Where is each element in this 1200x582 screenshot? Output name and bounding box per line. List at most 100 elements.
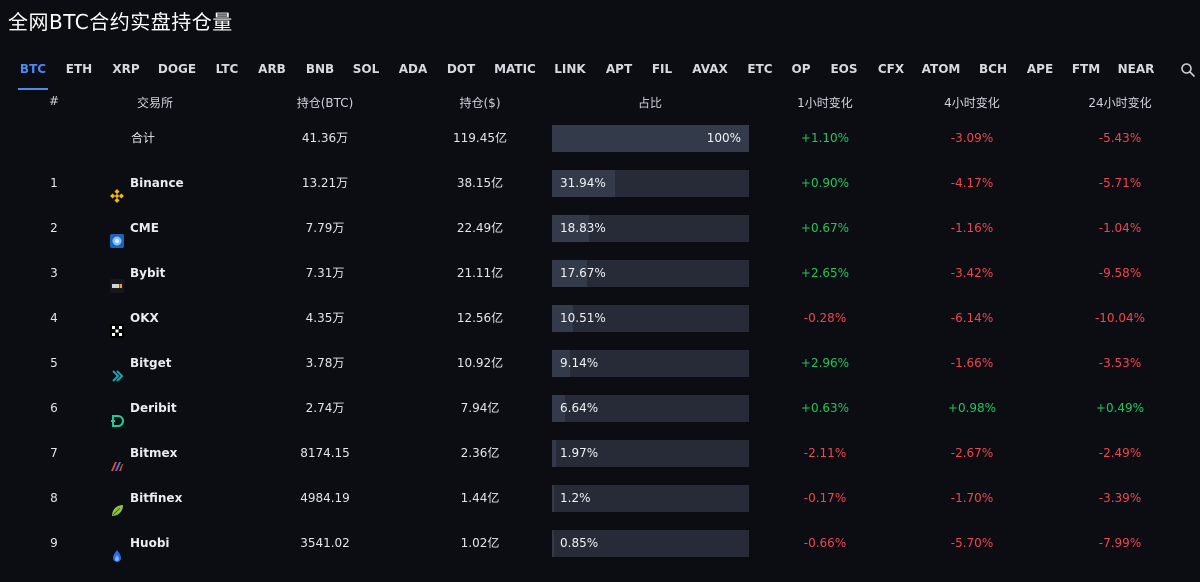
exchange-name: Huobi — [130, 536, 170, 550]
row-number: 6 — [50, 401, 58, 415]
change-24h: +0.49% — [1095, 401, 1145, 415]
tab-doge[interactable]: DOGE — [155, 58, 199, 90]
bybit-icon — [110, 267, 124, 293]
change-24h: -10.04% — [1094, 311, 1146, 325]
share-label: 100% — [706, 131, 741, 145]
exchange-cell[interactable]: Bybit — [110, 251, 270, 296]
row-number: 7 — [50, 446, 58, 460]
tab-link[interactable]: LINK — [552, 58, 588, 90]
tab-op[interactable]: OP — [788, 58, 814, 90]
exchange-cell[interactable]: Huobi — [110, 521, 270, 566]
tab-bch[interactable]: BCH — [976, 58, 1010, 90]
table-row[interactable]: 2 CME 7.79万 22.49亿 18.83% +0.67% -1.16% … — [0, 206, 1200, 251]
table-row[interactable]: 8 Bitfinex 4984.19 1.44亿 1.2% -0.17% -1.… — [0, 476, 1200, 521]
change-4h: -3.09% — [950, 131, 994, 145]
tab-eos[interactable]: EOS — [828, 58, 860, 90]
change-4h: -1.16% — [950, 221, 994, 235]
row-number: 4 — [50, 311, 58, 325]
share-label: 1.97% — [560, 446, 599, 460]
share-fill — [552, 440, 556, 467]
tab-ada[interactable]: ADA — [396, 58, 430, 90]
exchange-cell[interactable]: Bitget — [110, 341, 270, 386]
header-change-24h[interactable]: 24小时变化 — [1060, 94, 1180, 112]
header-num: # — [48, 94, 60, 108]
exchange-cell[interactable]: Bitfinex — [110, 476, 270, 521]
tab-apt[interactable]: APT — [602, 58, 636, 90]
header-change-4h[interactable]: 4小时变化 — [912, 94, 1032, 112]
oi-usd: 22.49亿 — [456, 221, 504, 235]
tab-eth[interactable]: ETH — [62, 58, 96, 90]
change-4h: +0.98% — [947, 401, 997, 415]
header-oi-usd[interactable]: 持仓($) — [420, 94, 540, 112]
page-title: 全网BTC合约实盘持仓量 — [8, 10, 233, 34]
share-bar: 6.64% — [552, 395, 749, 422]
table-row[interactable]: 9 Huobi 3541.02 1.02亿 0.85% -0.66% -5.70… — [0, 521, 1200, 566]
change-4h: -2.67% — [950, 446, 994, 460]
tab-bnb[interactable]: BNB — [302, 58, 338, 90]
header-oi-btc[interactable]: 持仓(BTC) — [270, 94, 380, 112]
tab-ape[interactable]: APE — [1024, 58, 1056, 90]
table-row[interactable]: 4 OKX 4.35万 12.56亿 10.51% -0.28% -6.14% … — [0, 296, 1200, 341]
change-24h: -3.53% — [1098, 356, 1142, 370]
change-24h: -2.49% — [1098, 446, 1142, 460]
tab-dot[interactable]: DOT — [444, 58, 478, 90]
coin-tabs: BTC ETH XRP DOGE LTC ARB BNB SOL ADA DOT… — [0, 58, 1200, 90]
exchange-name: Bitfinex — [130, 491, 183, 505]
change-24h: -5.71% — [1098, 176, 1142, 190]
share-bar: 10.51% — [552, 305, 749, 332]
share-bar: 17.67% — [552, 260, 749, 287]
change-1h: -0.17% — [803, 491, 847, 505]
table-row[interactable]: 5 Bitget 3.78万 10.92亿 9.14% +2.96% -1.66… — [0, 341, 1200, 386]
exchange-cell[interactable]: Deribit — [110, 386, 270, 431]
share-label: 1.2% — [560, 491, 591, 505]
table-row[interactable]: 7 Bitmex 8174.15 2.36亿 1.97% -2.11% -2.6… — [0, 431, 1200, 476]
table-row[interactable]: 1 Binance 13.21万 38.15亿 31.94% +0.90% -4… — [0, 161, 1200, 206]
exchange-name: CME — [130, 221, 159, 235]
oi-usd: 12.56亿 — [456, 311, 504, 325]
tab-atom[interactable]: ATOM — [920, 58, 962, 90]
share-fill — [552, 485, 555, 512]
tab-arb[interactable]: ARB — [256, 58, 288, 90]
share-bar: 100% — [552, 125, 749, 152]
oi-usd: 38.15亿 — [456, 176, 504, 190]
header-share: 占比 — [637, 96, 662, 110]
tab-fil[interactable]: FIL — [648, 58, 676, 90]
oi-btc: 4.35万 — [305, 311, 345, 325]
change-4h: -6.14% — [950, 311, 994, 325]
table-row[interactable]: 6 Deribit 2.74万 7.94亿 6.64% +0.63% +0.98… — [0, 386, 1200, 431]
exchange-cell[interactable]: CME — [110, 206, 270, 251]
tab-ltc[interactable]: LTC — [212, 58, 242, 90]
tab-sol[interactable]: SOL — [350, 58, 382, 90]
okx-icon — [110, 312, 124, 338]
change-4h: -4.17% — [950, 176, 994, 190]
tab-avax[interactable]: AVAX — [690, 58, 730, 90]
tab-etc[interactable]: ETC — [744, 58, 776, 90]
change-4h: -1.66% — [950, 356, 994, 370]
exchange-name: Bitget — [130, 356, 172, 370]
header-change-1h[interactable]: 1小时变化 — [770, 94, 880, 112]
exchange-cell[interactable]: OKX — [110, 296, 270, 341]
search-icon[interactable] — [1180, 62, 1196, 78]
tab-near[interactable]: NEAR — [1116, 58, 1156, 90]
exchange-cell[interactable]: Bitmex — [110, 431, 270, 476]
tab-btc[interactable]: BTC — [18, 58, 48, 90]
tab-xrp[interactable]: XRP — [110, 58, 142, 90]
row-number: 1 — [50, 176, 58, 190]
cme-icon — [110, 222, 124, 248]
change-1h: -2.11% — [803, 446, 847, 460]
share-bar: 9.14% — [552, 350, 749, 377]
total-label: 合计 — [130, 131, 155, 145]
row-number: 9 — [50, 536, 58, 550]
exchange-cell[interactable]: Binance — [110, 161, 270, 206]
table-row[interactable]: 3 Bybit 7.31万 21.11亿 17.67% +2.65% -3.42… — [0, 251, 1200, 296]
change-1h: -0.28% — [803, 311, 847, 325]
tab-ftm[interactable]: FTM — [1068, 58, 1104, 90]
tab-matic[interactable]: MATIC — [492, 58, 538, 90]
row-number: 8 — [50, 491, 58, 505]
total-oi-usd: 119.45亿 — [453, 131, 507, 145]
tab-cfx[interactable]: CFX — [874, 58, 908, 90]
oi-btc: 7.79万 — [305, 221, 345, 235]
change-4h: -5.70% — [950, 536, 994, 550]
row-number: 5 — [50, 356, 58, 370]
change-1h: +2.96% — [800, 356, 850, 370]
